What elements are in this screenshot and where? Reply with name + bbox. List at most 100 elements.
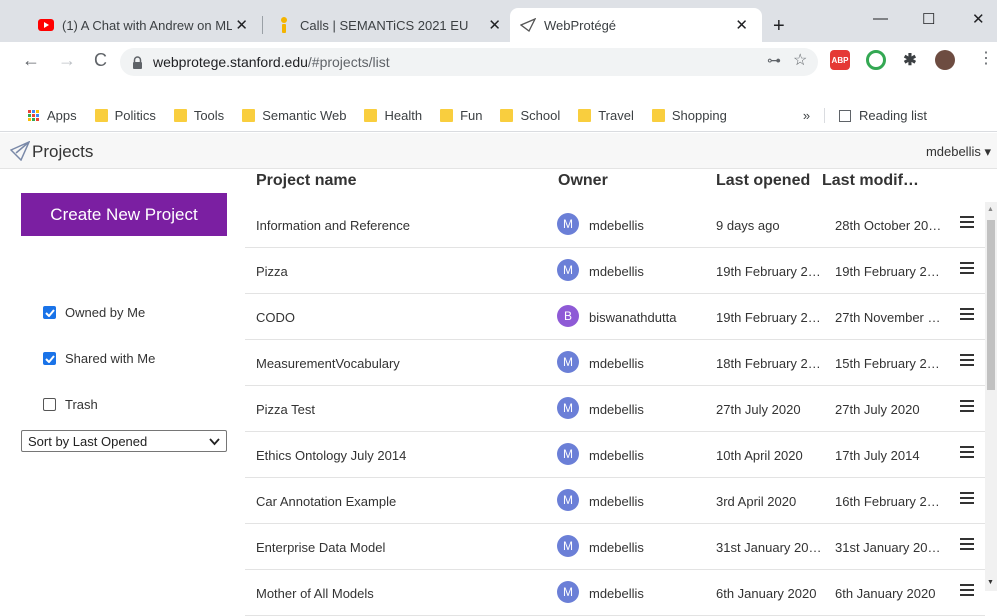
bookmark-semantic-web[interactable]: Semantic Web (242, 108, 346, 123)
forward-icon[interactable]: → (58, 50, 76, 71)
bookmark-politics[interactable]: Politics (94, 108, 156, 123)
bookmark-tools[interactable]: Tools (173, 108, 224, 123)
profile-avatar[interactable] (935, 50, 955, 70)
tab-label: Calls | SEMANTiCS 2021 EU (300, 17, 469, 33)
tab-semantics[interactable]: Calls | SEMANTiCS 2021 EU ✕ (266, 8, 511, 42)
scroll-up-icon[interactable]: ▲ (987, 206, 994, 213)
last-modified: 31st January 20… (835, 540, 941, 555)
row-menu-icon[interactable] (960, 262, 974, 277)
project-name[interactable]: Enterprise Data Model (256, 540, 546, 555)
table-row[interactable]: Car Annotation Example Mmdebellis 3rd Apri… (245, 478, 985, 524)
table-row[interactable]: Pizza Test Mmdebellis 27th July 2020 27th J… (245, 386, 985, 432)
back-icon[interactable]: ← (22, 50, 40, 71)
project-name[interactable]: Pizza (256, 264, 546, 279)
url-text: webprotege.stanford.edu/#projects/list (153, 54, 390, 70)
checkbox-unchecked[interactable] (43, 398, 56, 411)
filter-owned-by-me[interactable]: Owned by Me (43, 305, 145, 320)
table-row[interactable]: Enterprise Data Model Mmdebellis 31st Janu… (245, 524, 985, 570)
last-opened: 18th February 2… (716, 356, 821, 371)
avatar: M (557, 535, 579, 557)
table-row[interactable]: Pizza Mmdebellis 19th February 2… 19th Febr… (245, 248, 985, 294)
row-menu-icon[interactable] (960, 400, 974, 415)
tab-youtube[interactable]: (1) A Chat with Andrew on ML ✕ (28, 8, 258, 42)
table-row[interactable]: Ethics Ontology July 2014 Mmdebellis 10th … (245, 432, 985, 478)
column-header-project-name[interactable]: Project name (256, 172, 356, 202)
row-menu-icon[interactable] (960, 446, 974, 461)
project-name[interactable]: Information and Reference (256, 218, 546, 233)
new-tab-button[interactable]: + (773, 15, 785, 38)
folder-icon (651, 109, 665, 122)
column-header-last-modified[interactable]: Last modif… (822, 172, 919, 202)
bookmarks-bar: Apps Politics Tools Semantic Web Health … (0, 100, 997, 132)
project-name[interactable]: Mother of All Models (256, 586, 546, 601)
close-tab-icon[interactable]: ✕ (235, 16, 248, 34)
scroll-down-icon[interactable]: ▼ (987, 579, 994, 586)
more-menu-icon[interactable]: ⋮ (978, 48, 994, 68)
last-opened: 6th January 2020 (716, 586, 817, 601)
last-modified: 16th February 2… (835, 494, 940, 509)
project-name[interactable]: MeasurementVocabulary (256, 356, 546, 371)
table-row[interactable]: Mother of All Models Mmdebellis 6th Januar… (245, 570, 985, 616)
last-modified: 27th July 2020 (835, 402, 920, 417)
checkbox-checked[interactable] (43, 306, 56, 319)
project-name[interactable]: Ethics Ontology July 2014 (256, 448, 546, 463)
reading-list-icon (839, 109, 852, 122)
bookmark-star-icon[interactable]: ☆ (793, 50, 807, 70)
youtube-icon (38, 17, 54, 33)
webprotege-logo-icon (9, 140, 31, 166)
close-tab-icon[interactable]: ✕ (488, 16, 501, 34)
bookmark-fun[interactable]: Fun (440, 108, 482, 123)
checkbox-checked[interactable] (43, 352, 56, 365)
bookmark-school[interactable]: School (500, 108, 560, 123)
project-name[interactable]: CODO (256, 310, 546, 325)
row-menu-icon[interactable] (960, 308, 974, 323)
extension-compass-icon[interactable] (866, 50, 886, 70)
row-menu-icon[interactable] (960, 538, 974, 553)
row-menu-icon[interactable] (960, 216, 974, 231)
folder-icon (500, 109, 514, 122)
reload-icon[interactable]: C (94, 50, 107, 71)
close-window-icon[interactable]: ✕ (972, 10, 985, 28)
table-row[interactable]: CODO Bbiswanathdutta 19th February 2… 27th … (245, 294, 985, 340)
row-menu-icon[interactable] (960, 354, 974, 369)
bookmark-health[interactable]: Health (364, 108, 422, 123)
key-icon[interactable]: ⊶ (767, 52, 781, 69)
tab-webprotege[interactable]: WebProtégé ✕ (510, 8, 762, 42)
row-menu-icon[interactable] (960, 492, 974, 507)
scrollbar-thumb[interactable] (987, 220, 995, 390)
column-header-last-opened[interactable]: Last opened (716, 172, 810, 202)
project-name[interactable]: Pizza Test (256, 402, 546, 417)
minimize-icon[interactable]: — (873, 10, 888, 27)
bookmarks-overflow-button[interactable]: » (803, 108, 810, 123)
extensions-puzzle-icon[interactable]: ✱ (900, 50, 920, 70)
bookmark-shopping[interactable]: Shopping (651, 108, 727, 123)
last-modified: 19th February 2… (835, 264, 940, 279)
avatar: M (557, 351, 579, 373)
filter-shared-with-me[interactable]: Shared with Me (43, 351, 155, 366)
last-opened: 27th July 2020 (716, 402, 801, 417)
close-tab-icon[interactable]: ✕ (735, 16, 748, 34)
project-name[interactable]: Car Annotation Example (256, 494, 546, 509)
browser-tab-strip: (1) A Chat with Andrew on ML ✕ Calls | S… (0, 0, 997, 42)
folder-icon (242, 109, 256, 122)
apps-grid-icon (28, 110, 39, 121)
user-menu[interactable]: mdebellis ▾ (926, 144, 991, 160)
folder-icon (440, 109, 454, 122)
last-opened: 19th February 2… (716, 264, 821, 279)
row-menu-icon[interactable] (960, 584, 974, 599)
address-bar[interactable]: webprotege.stanford.edu/#projects/list (120, 48, 818, 76)
scrollbar[interactable]: ▲ ▼ (985, 202, 997, 591)
filter-trash[interactable]: Trash (43, 397, 98, 412)
adblock-icon[interactable]: ABP (830, 50, 850, 70)
column-header-owner[interactable]: Owner (558, 172, 608, 202)
bookmark-travel[interactable]: Travel (578, 108, 634, 123)
folder-icon (94, 109, 108, 122)
table-row[interactable]: Information and Reference Mmdebellis 9 day… (245, 202, 985, 248)
table-row[interactable]: MeasurementVocabulary Mmdebellis 18th Febr… (245, 340, 985, 386)
reading-list-button[interactable]: Reading list (824, 108, 927, 123)
sort-select[interactable]: Sort by Last Opened (21, 430, 227, 452)
create-new-project-button[interactable]: Create New Project (21, 193, 227, 236)
avatar: M (557, 213, 579, 235)
maximize-icon[interactable]: ☐ (922, 10, 935, 28)
bookmark-apps[interactable]: Apps (28, 108, 77, 123)
